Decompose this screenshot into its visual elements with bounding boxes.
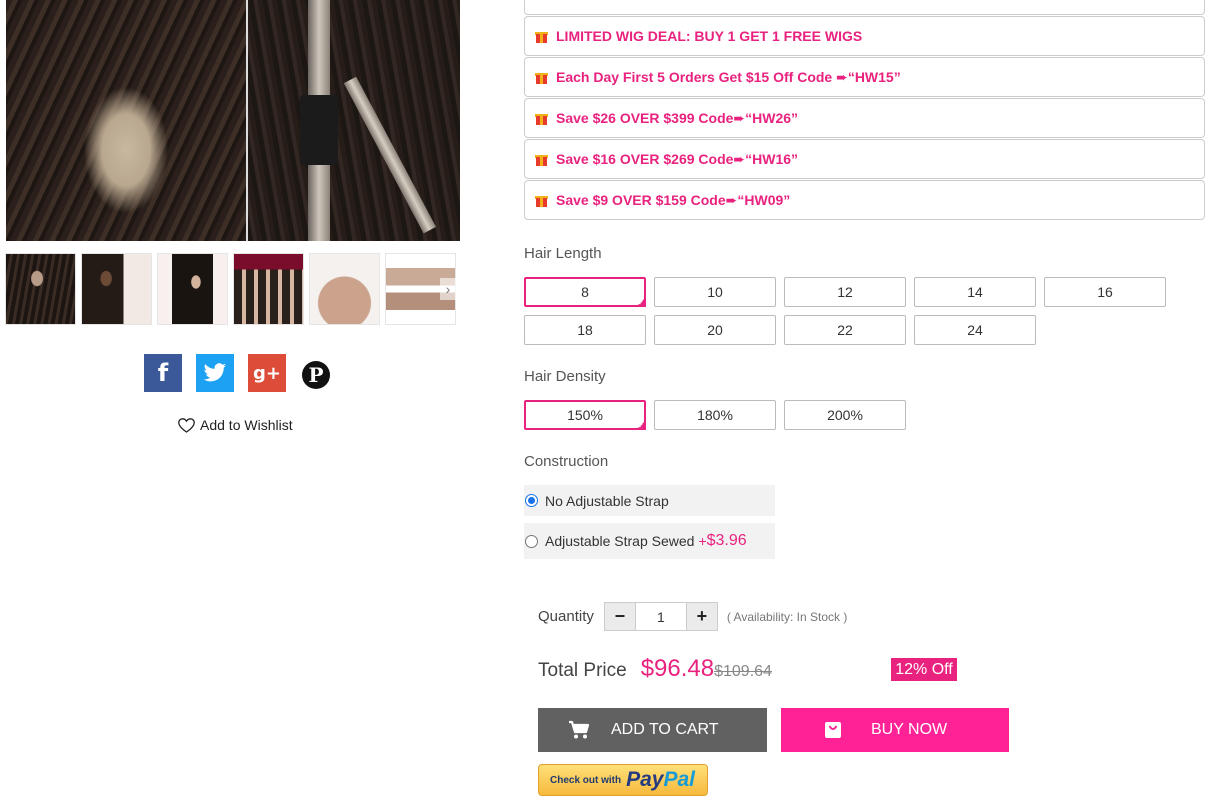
radio-checked-icon[interactable] <box>525 494 538 507</box>
original-price: $109.64 <box>714 663 772 680</box>
paypal-checkout-button[interactable]: Check out with PayPal <box>538 764 708 796</box>
photo-hair-closeup <box>6 0 246 241</box>
promo-item: Each Day First 5 Orders Get $15 Off Code… <box>524 57 1205 97</box>
quantity-increase-button[interactable]: + <box>686 603 717 630</box>
facebook-share-icon[interactable]: f <box>144 354 182 392</box>
paypal-small-text: Check out with <box>550 774 622 786</box>
wig-stand-clamp <box>300 95 338 165</box>
thumbnail-4[interactable] <box>233 253 304 325</box>
add-to-cart-button[interactable]: ADD TO CART <box>538 708 767 752</box>
gift-icon <box>535 153 548 166</box>
promo-text: LIMITED WIG DEAL: BUY 1 GET 1 FREE WIGS <box>556 28 863 44</box>
hair-length-option-12[interactable]: 12 <box>784 277 906 307</box>
main-product-photo[interactable] <box>6 0 460 241</box>
promo-item: Save $16 OVER $269 Code➨“HW16” <box>524 139 1205 179</box>
thumbnail-strip <box>5 253 457 325</box>
add-to-wishlist-link[interactable]: Add to Wishlist <box>178 417 293 433</box>
twitter-bird-icon <box>203 363 226 382</box>
hair-length-label: Hair Length <box>524 245 602 262</box>
hair-density-option-200[interactable]: 200% <box>784 400 906 430</box>
promo-item-partial <box>524 0 1205 15</box>
buy-now-label: BUY NOW <box>871 721 948 738</box>
quantity-stepper: − 1 + <box>603 602 718 631</box>
gift-icon <box>535 71 548 84</box>
gift-icon <box>535 112 548 125</box>
thumbnail-1[interactable] <box>5 253 76 325</box>
twitter-share-icon[interactable] <box>196 354 234 392</box>
pinterest-share-icon[interactable]: P <box>302 361 330 389</box>
promo-text: Save $9 OVER $159 Code➨“HW09” <box>556 191 791 208</box>
hair-density-option-180[interactable]: 180% <box>654 400 776 430</box>
hair-length-options: 8 10 12 14 16 18 20 22 24 <box>524 277 1166 345</box>
promo-item: LIMITED WIG DEAL: BUY 1 GET 1 FREE WIGS <box>524 16 1205 56</box>
thumbnail-5[interactable] <box>309 253 380 325</box>
construction-options: No Adjustable Strap Adjustable Strap Sew… <box>524 485 775 566</box>
hair-length-option-24[interactable]: 24 <box>914 315 1036 345</box>
quantity-row: Quantity − 1 + ( Availability: In Stock … <box>538 602 847 631</box>
extra-price: $3.96 <box>706 532 747 549</box>
hair-length-option-20[interactable]: 20 <box>654 315 776 345</box>
current-price: $96.48 <box>640 655 715 682</box>
heart-icon <box>178 417 195 433</box>
construction-option-label: No Adjustable Strap <box>545 492 669 509</box>
hair-length-option-18[interactable]: 18 <box>524 315 646 345</box>
promo-item: Save $9 OVER $159 Code➨“HW09” <box>524 180 1205 220</box>
hair-length-option-14[interactable]: 14 <box>914 277 1036 307</box>
total-price-label: Total Price <box>538 660 627 681</box>
shopping-bag-icon <box>822 721 844 739</box>
quantity-label: Quantity <box>538 608 594 625</box>
hair-length-option-22[interactable]: 22 <box>784 315 906 345</box>
promo-text: Each Day First 5 Orders Get $15 Off Code… <box>556 68 901 85</box>
gift-icon <box>535 30 548 43</box>
hair-density-options: 150% 180% 200% <box>524 400 1166 430</box>
construction-option-strap-sewed[interactable]: Adjustable Strap Sewed + $3.96 <box>524 523 775 559</box>
promo-text: Save $16 OVER $269 Code➨“HW16” <box>556 150 799 167</box>
buy-now-button[interactable]: BUY NOW <box>781 708 1009 752</box>
construction-label: Construction <box>524 453 609 470</box>
construction-option-label: Adjustable Strap Sewed <box>545 533 695 549</box>
promo-list: LIMITED WIG DEAL: BUY 1 GET 1 FREE WIGS … <box>524 0 1205 221</box>
photo-hair-on-stand <box>246 0 460 241</box>
paypal-logo: PayPal <box>626 768 696 791</box>
add-to-cart-label: ADD TO CART <box>611 721 719 738</box>
thumbnail-next-arrow-icon[interactable]: › <box>440 278 456 300</box>
hair-length-option-10[interactable]: 10 <box>654 277 776 307</box>
promo-text: Save $26 OVER $399 Code➨“HW26” <box>556 109 799 126</box>
wishlist-label: Add to Wishlist <box>200 417 293 433</box>
hair-length-option-8[interactable]: 8 <box>524 277 646 307</box>
cart-icon <box>568 720 590 740</box>
thumbnail-2[interactable] <box>81 253 152 325</box>
share-buttons: f g+ P <box>144 354 330 392</box>
thumbnail-3[interactable] <box>157 253 228 325</box>
hair-length-option-16[interactable]: 16 <box>1044 277 1166 307</box>
availability-text: ( Availability: In Stock ) <box>726 609 848 624</box>
quantity-decrease-button[interactable]: − <box>604 603 635 630</box>
extra-price-plus: + <box>698 533 707 549</box>
discount-badge: 12% Off <box>891 658 957 681</box>
quantity-input[interactable]: 1 <box>634 603 687 630</box>
hair-density-label: Hair Density <box>524 368 606 385</box>
google-plus-share-icon[interactable]: g+ <box>248 354 286 392</box>
hair-density-option-150[interactable]: 150% <box>524 400 646 430</box>
radio-unchecked-icon[interactable] <box>525 534 538 548</box>
promo-item: Save $26 OVER $399 Code➨“HW26” <box>524 98 1205 138</box>
construction-option-no-strap[interactable]: No Adjustable Strap <box>524 485 775 516</box>
wig-stand-leg <box>343 76 436 234</box>
gift-icon <box>535 194 548 207</box>
